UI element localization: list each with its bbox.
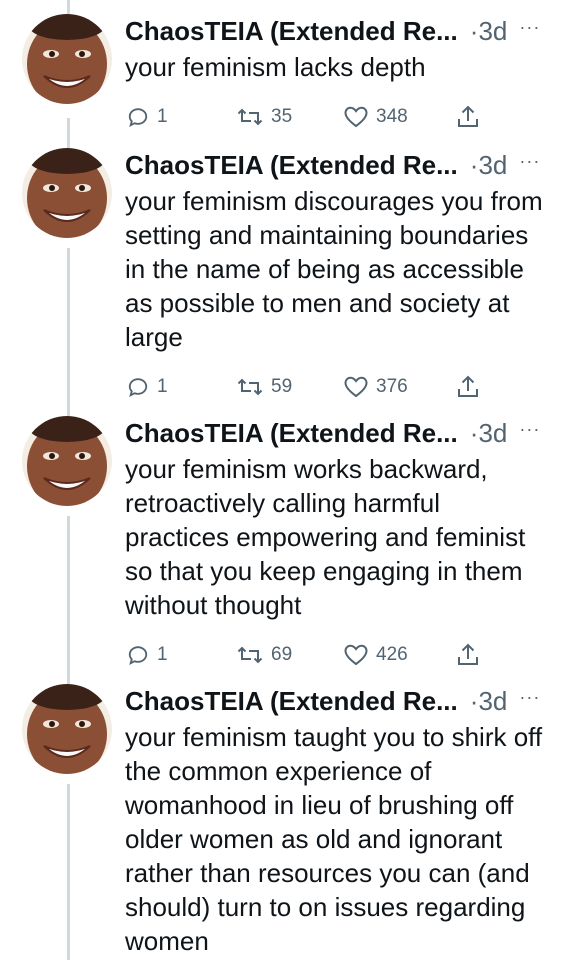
tweet-header: ChaosTEIA (Extended Re... · 3d ··· [125,684,550,718]
reply-icon [128,378,148,398]
timestamp[interactable]: 3d [478,418,507,449]
tweet-text: your feminism taught you to shirk off th… [125,722,543,956]
share-icon [458,375,478,397]
retweet-count: 59 [271,376,293,397]
reply-button[interactable]: 1 [127,100,168,134]
retweet-icon [237,108,263,126]
thread-line [67,118,70,148]
separator: · [469,417,479,448]
more-icon[interactable]: ··· [519,151,540,172]
timestamp[interactable]: 3d [478,16,507,47]
retweet-button[interactable]: 69 [237,638,292,672]
heart-icon [344,106,368,128]
reply-icon [128,646,148,666]
reply-count: 1 [157,106,168,127]
author-name[interactable]: ChaosTEIA (Extended Re... [125,16,458,47]
more-icon[interactable]: ··· [519,17,540,38]
share-button[interactable] [457,638,479,672]
avatar[interactable] [22,148,112,238]
heart-icon [344,376,368,398]
tweet-header: ChaosTEIA (Extended Re... · 3d ··· [125,148,550,182]
like-count: 348 [376,106,408,127]
timestamp[interactable]: 3d [478,686,507,717]
timestamp[interactable]: 3d [478,150,507,181]
retweet-icon [237,646,263,664]
author-name[interactable]: ChaosTEIA (Extended Re... [125,686,458,717]
separator: · [469,685,479,716]
more-icon[interactable]: ··· [519,687,540,708]
author-name[interactable]: ChaosTEIA (Extended Re... [125,418,458,449]
retweet-icon [237,378,263,396]
separator: · [469,149,479,180]
reply-count: 1 [157,376,168,397]
tweet-actions: 1 35 348 [125,100,550,134]
avatar[interactable] [22,14,112,104]
tweet-header: ChaosTEIA (Extended Re... · 3d ··· [125,416,550,450]
thread-line [67,248,70,416]
like-button[interactable]: 376 [344,370,408,404]
thread-line [67,0,70,14]
retweet-button[interactable]: 59 [237,370,292,404]
tweet-text: your feminism works backward, retroactiv… [125,454,526,620]
thread-line [67,516,70,684]
tweet-text: your feminism discourages you from setti… [125,186,543,352]
reply-icon [128,108,148,128]
share-button[interactable] [457,100,479,134]
retweet-button[interactable]: 35 [237,100,292,134]
heart-icon [344,644,368,666]
like-count: 426 [376,644,408,665]
retweet-count: 35 [271,106,293,127]
retweet-count: 69 [271,644,293,665]
like-count: 376 [376,376,408,397]
share-icon [458,105,478,127]
separator: · [469,15,479,46]
more-icon[interactable]: ··· [519,419,540,440]
share-icon [458,643,478,665]
share-button[interactable] [457,370,479,404]
avatar[interactable] [22,684,112,774]
like-button[interactable]: 348 [344,100,408,134]
reply-button[interactable]: 1 [127,638,168,672]
tweet-actions: 1 69 426 [125,638,550,672]
reply-count: 1 [157,644,168,665]
tweet-text: your feminism lacks depth [125,52,426,82]
tweet-header: ChaosTEIA (Extended Re... · 3d ··· [125,14,550,48]
thread-line [67,784,70,960]
author-name[interactable]: ChaosTEIA (Extended Re... [125,150,458,181]
reply-button[interactable]: 1 [127,370,168,404]
tweet-actions: 1 59 376 [125,370,550,404]
avatar[interactable] [22,416,112,506]
like-button[interactable]: 426 [344,638,408,672]
